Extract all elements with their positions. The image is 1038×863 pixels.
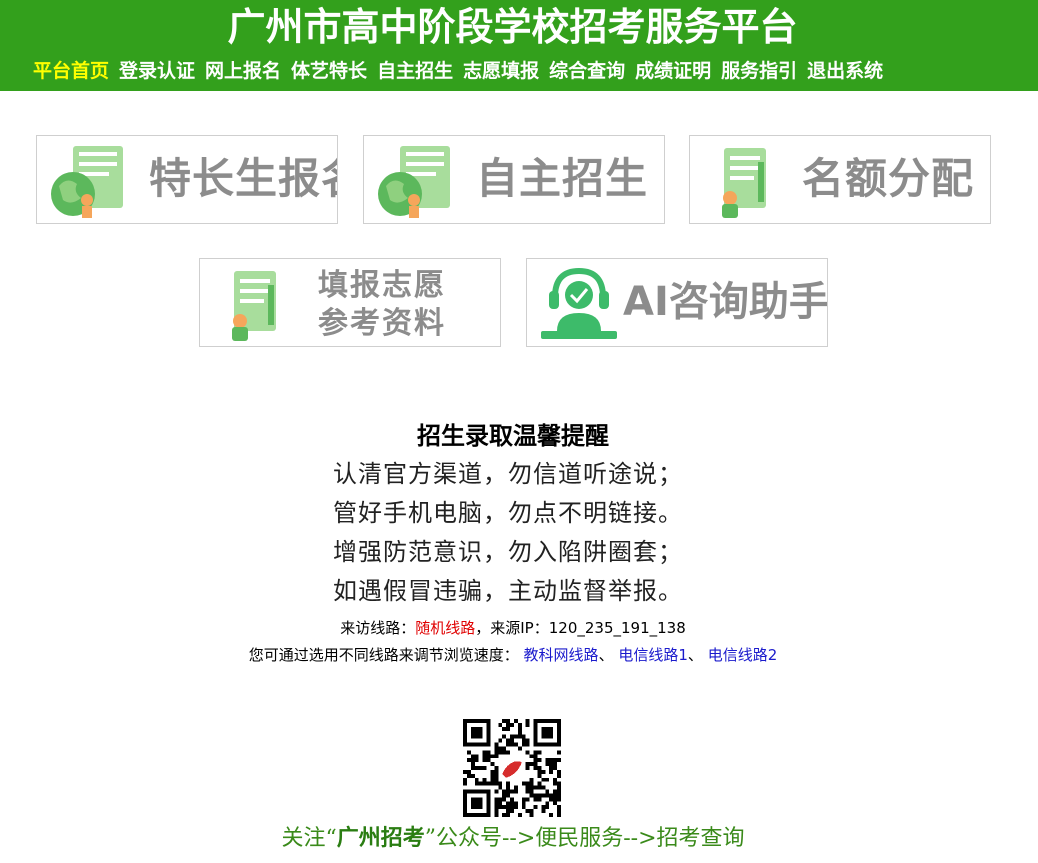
source-ip: 120_235_191_138 (548, 619, 686, 637)
route-info: 来访线路：随机线路，来源IP：120_235_191_138 (0, 617, 1026, 639)
current-route: 随机线路 (415, 619, 476, 637)
header-bar: 广州市高中阶段学校招考服务平台 平台首页 登录认证 网上报名 体艺特长 自主招生… (0, 0, 1038, 91)
tile-label: 名额分配 (802, 154, 975, 203)
route-prefix: 来访线路： (340, 619, 416, 637)
nav-service-guide[interactable]: 服务指引 (721, 57, 797, 85)
tile-self-enrollment[interactable]: 自主招生 (363, 135, 665, 224)
nav-home[interactable]: 平台首页 (33, 57, 109, 85)
notice-line: 管好手机电脑，勿点不明链接。 (333, 499, 683, 527)
follow-post: ”公众号-->便民服务-->招考查询 (424, 826, 745, 851)
route-link-telecom-2[interactable]: 电信线路2 (708, 646, 778, 664)
follow-pre: 关注“ (281, 826, 337, 851)
separator: 、 (687, 646, 703, 664)
site-title: 广州市高中阶段学校招考服务平台 (227, 5, 798, 49)
route-selector-prefix: 您可通过选用不同线路来调节浏览速度： (248, 646, 519, 664)
tile-label: 特长生报名 (149, 154, 337, 203)
tile-talent-registration[interactable]: 特长生报名 (36, 135, 338, 224)
nav-login[interactable]: 登录认证 (119, 57, 195, 85)
tile-label-line2: 参考资料 (318, 306, 446, 341)
separator: 、 (598, 646, 614, 664)
route-selector: 您可通过选用不同线路来调节浏览速度： 教科网线路、 电信线路1、 电信线路2 (0, 644, 1026, 666)
document-globe-icon (378, 146, 450, 218)
route-link-telecom-1[interactable]: 电信线路1 (618, 646, 688, 664)
notice-line: 如遇假冒违骗，主动监督举报。 (333, 577, 683, 605)
tile-label-line1: 填报志愿 (318, 268, 446, 303)
document-person-icon (232, 271, 276, 341)
notice-line: 认清官方渠道，勿信道听途说； (333, 460, 683, 488)
headset-agent-icon (541, 267, 617, 339)
notice-line: 增强防范意识，勿入陷阱圈套； (333, 538, 683, 566)
main-nav: 平台首页 登录认证 网上报名 体艺特长 自主招生 志愿填报 综合查询 成绩证明 … (33, 57, 883, 85)
nav-arts-sports[interactable]: 体艺特长 (291, 57, 367, 85)
nav-query[interactable]: 综合查询 (549, 57, 625, 85)
document-person-icon (722, 148, 766, 218)
tile-quota-allocation[interactable]: 名额分配 (689, 135, 991, 224)
wechat-qr-code (463, 719, 561, 817)
nav-application-filling[interactable]: 志愿填报 (463, 57, 539, 85)
notice-title: 招生录取温馨提醒 (417, 422, 609, 450)
route-link-education-network[interactable]: 教科网线路 (524, 646, 599, 664)
nav-self-enrollment[interactable]: 自主招生 (377, 57, 453, 85)
account-name: 广州招考 (336, 826, 425, 851)
nav-score-certificate[interactable]: 成绩证明 (635, 57, 711, 85)
follow-account-text: 关注“广州招考”公众号-->便民服务-->招考查询 (0, 823, 1026, 855)
tile-label: 自主招生 (476, 154, 649, 203)
nav-logout[interactable]: 退出系统 (807, 57, 883, 85)
tile-application-references[interactable]: 填报志愿 参考资料 (199, 258, 501, 347)
nav-online-registration[interactable]: 网上报名 (205, 57, 281, 85)
tile-ai-assistant[interactable]: AI咨询助手 (526, 258, 828, 347)
tile-label: AI咨询助手 (623, 279, 828, 325)
document-globe-icon (51, 146, 123, 218)
ip-label: ，来源IP： (475, 619, 549, 637)
